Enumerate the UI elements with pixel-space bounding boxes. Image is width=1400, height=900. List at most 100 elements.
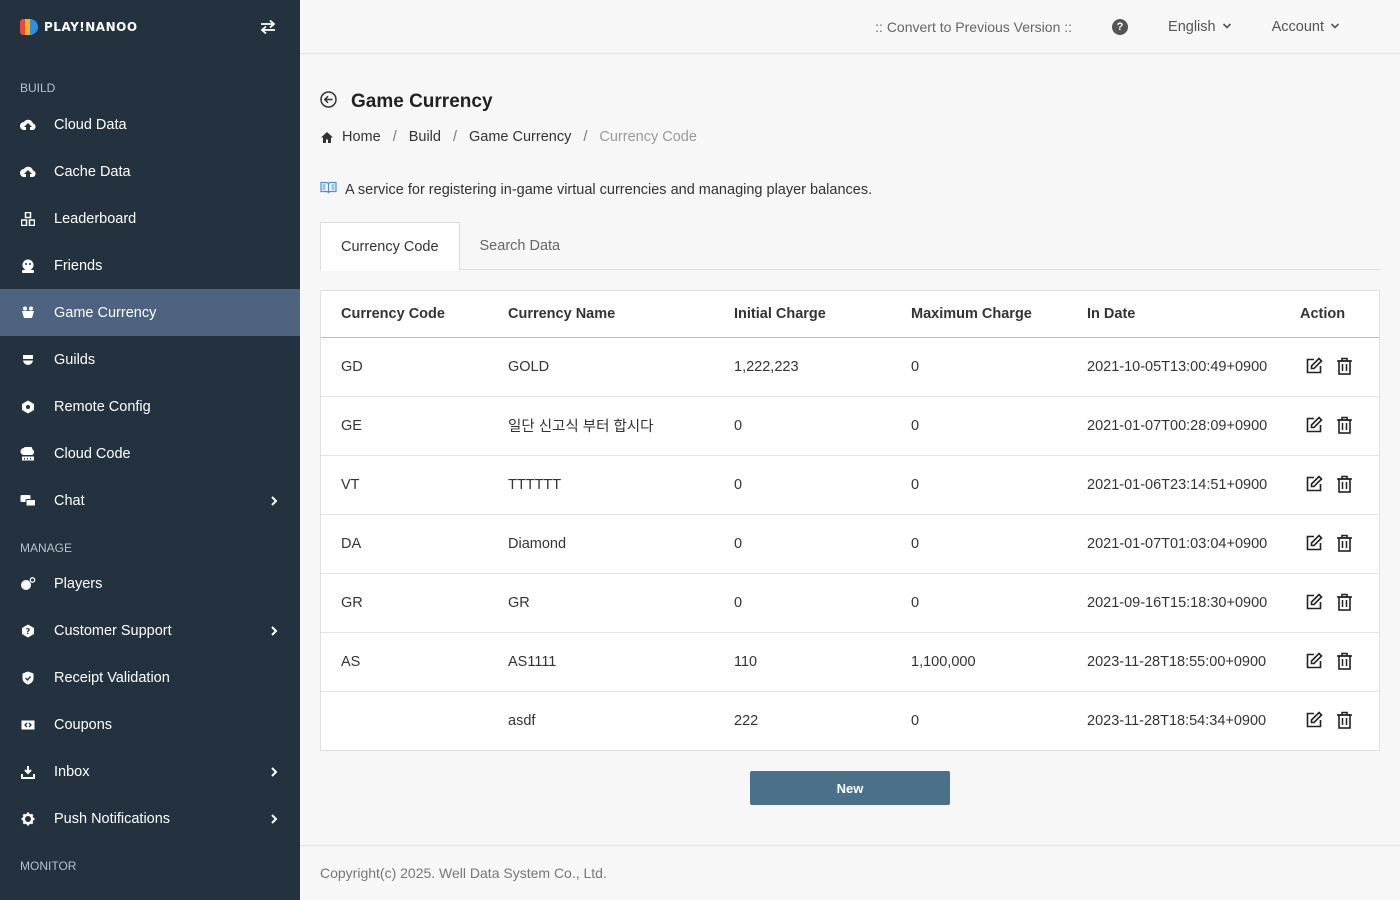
sidebar-item-guilds[interactable]: Guilds — [0, 336, 300, 383]
sidebar-item-push-notifications[interactable]: Push Notifications — [0, 795, 300, 842]
edit-icon[interactable] — [1305, 475, 1324, 494]
cell-actions — [1280, 514, 1379, 574]
cell-currency-name: GR — [488, 573, 714, 633]
cell-actions — [1280, 691, 1379, 750]
account-dropdown[interactable]: Account — [1272, 19, 1340, 35]
sidebar-item-cache-data[interactable]: Cache Data — [0, 148, 300, 195]
sidebar-item-chat[interactable]: Chat — [0, 477, 300, 524]
logo-mark-icon — [20, 19, 38, 35]
sidebar-item-leaderboard[interactable]: Leaderboard — [0, 195, 300, 242]
sidebar-item-cloud-data[interactable]: Cloud Data — [0, 101, 300, 148]
chevron-down-icon — [1330, 19, 1340, 35]
breadcrumb-separator: / — [452, 129, 457, 145]
convert-version-link[interactable]: :: Convert to Previous Version :: — [875, 19, 1072, 35]
main-content: Game Currency Home / Build / Game Curren… — [300, 55, 1400, 845]
cell-actions — [1280, 337, 1379, 397]
chevron-right-icon — [268, 495, 280, 507]
leaderboard-icon — [20, 211, 36, 227]
sidebar-section-manage: MANAGE — [20, 541, 73, 555]
sidebar-item-label: Customer Support — [54, 622, 172, 639]
gear-icon — [20, 811, 36, 827]
trash-icon[interactable] — [1336, 593, 1355, 612]
row-actions — [1300, 357, 1379, 376]
cloud-upload-icon — [20, 164, 36, 180]
cell-in-date: 2021-10-05T13:00:49+0900 — [1067, 337, 1280, 397]
sidebar-item-receipt-validation[interactable]: Receipt Validation — [0, 654, 300, 701]
swap-arrows-icon[interactable] — [256, 15, 280, 39]
cell-actions — [1280, 573, 1379, 633]
back-arrow-icon[interactable] — [320, 91, 337, 113]
row-actions — [1300, 593, 1379, 612]
sidebar-item-customer-support[interactable]: ? Customer Support — [0, 607, 300, 654]
help-icon[interactable]: ? — [1112, 18, 1129, 35]
breadcrumb: Home / Build / Game Currency / Currency … — [320, 129, 697, 145]
sidebar-item-friends[interactable]: Friends — [0, 242, 300, 289]
sidebar-item-players[interactable]: Players — [0, 560, 300, 607]
cell-in-date: 2021-09-16T15:18:30+0900 — [1067, 573, 1280, 633]
column-header: Initial Charge — [714, 291, 891, 338]
edit-icon[interactable] — [1305, 652, 1324, 671]
edit-icon[interactable] — [1305, 416, 1324, 435]
players-icon — [20, 576, 36, 592]
trash-icon[interactable] — [1336, 652, 1355, 671]
new-button[interactable]: New — [750, 771, 950, 805]
breadcrumb-home[interactable]: Home — [342, 129, 381, 145]
cell-currency-code: AS — [321, 632, 488, 692]
sidebar-item-label: Players — [54, 575, 103, 592]
shield-check-icon — [20, 670, 36, 686]
sidebar: PLAY!NANOO BUILD Cloud Data Cache Data L… — [0, 0, 300, 900]
sidebar-item-cloud-code[interactable]: Cloud Code — [0, 430, 300, 477]
cell-actions — [1280, 455, 1379, 515]
config-icon — [20, 399, 36, 415]
cell-maximum-charge: 0 — [891, 573, 1067, 633]
guild-icon — [20, 352, 36, 368]
table-row: VT TTTTTT 0 0 2021-01-06T23:14:51+0900 — [321, 455, 1379, 515]
trash-icon[interactable] — [1336, 534, 1355, 553]
trash-icon[interactable] — [1336, 475, 1355, 494]
page-title: Game Currency — [351, 91, 493, 112]
sidebar-item-inbox[interactable]: Inbox — [0, 748, 300, 795]
table-row: GE 일단 신고식 부터 합시다 0 0 2021-01-07T00:28:09+090… — [321, 396, 1379, 456]
cell-currency-name: 일단 신고식 부터 합시다 — [488, 396, 714, 456]
breadcrumb-separator: / — [583, 129, 588, 145]
cell-maximum-charge: 0 — [891, 396, 1067, 456]
sidebar-item-label: Remote Config — [54, 398, 151, 415]
sidebar-item-remote-config[interactable]: Remote Config — [0, 383, 300, 430]
table-row: asdf 222 0 2023-11-28T18:54:34+0900 — [321, 691, 1379, 750]
trash-icon[interactable] — [1336, 357, 1355, 376]
cell-maximum-charge: 0 — [891, 337, 1067, 397]
sidebar-item-coupons[interactable]: Coupons — [0, 701, 300, 748]
row-actions — [1300, 475, 1379, 494]
tab-currency-code[interactable]: Currency Code — [320, 222, 460, 271]
edit-icon[interactable] — [1305, 534, 1324, 553]
edit-icon[interactable] — [1305, 357, 1324, 376]
trash-icon[interactable] — [1336, 711, 1355, 730]
sidebar-item-label: Receipt Validation — [54, 669, 170, 686]
account-label: Account — [1271, 18, 1324, 35]
cell-actions — [1280, 396, 1379, 456]
edit-icon[interactable] — [1305, 711, 1324, 730]
svg-text:?: ? — [26, 627, 31, 636]
description-text: A service for registering in-game virtua… — [345, 181, 873, 198]
cell-in-date: 2023-11-28T18:55:00+0900 — [1067, 632, 1280, 692]
edit-icon[interactable] — [1305, 593, 1324, 612]
currency-table: Currency Code Currency Name Initial Char… — [321, 291, 1379, 750]
cell-currency-code — [321, 691, 488, 750]
sidebar-item-label: Friends — [54, 257, 103, 274]
cell-currency-name: TTTTTT — [488, 455, 714, 515]
breadcrumb-game-currency[interactable]: Game Currency — [469, 129, 571, 145]
sidebar-item-label: Coupons — [54, 716, 113, 733]
table-row: GD GOLD 1,222,223 0 2021-10-05T13:00:49+0900 — [321, 337, 1379, 397]
logo[interactable]: PLAY!NANOO — [20, 19, 138, 35]
tab-search-data[interactable]: Search Data — [460, 222, 581, 270]
trash-icon[interactable] — [1336, 416, 1355, 435]
breadcrumb-build[interactable]: Build — [409, 129, 441, 145]
language-dropdown[interactable]: English — [1168, 19, 1232, 35]
cell-maximum-charge: 0 — [911, 712, 920, 729]
column-header: Maximum Charge — [891, 291, 1067, 338]
sidebar-item-game-currency[interactable]: Game Currency — [0, 289, 300, 336]
cell-currency-name: asdf — [508, 712, 536, 729]
cell-initial-charge: 0 — [714, 514, 891, 574]
table-row: DA Diamond 0 0 2021-01-07T01:03:04+0900 — [321, 514, 1379, 574]
table-row: GR GR 0 0 2021-09-16T15:18:30+0900 — [321, 573, 1379, 633]
